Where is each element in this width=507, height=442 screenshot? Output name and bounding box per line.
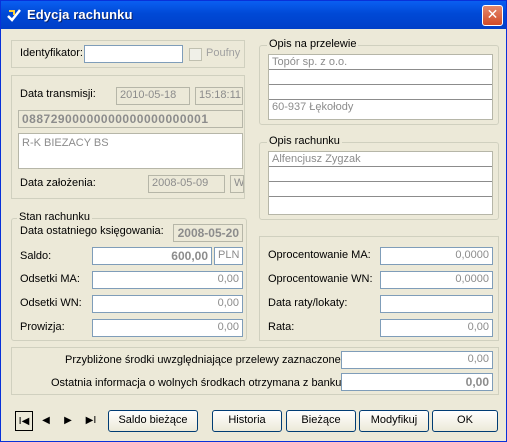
transfer-description-line: 60-937 Łękołody [272,101,354,113]
last-bank-info-field: 0,00 [341,373,493,391]
account-description-field[interactable]: Alfencjusz Zygzak [268,151,493,215]
app-icon [7,9,21,22]
window-title: Edycja rachunku [27,7,133,22]
title-bar[interactable]: Edycja rachunku ✕ [1,1,506,29]
transmission-date-field: 2010-05-18 [116,87,190,105]
prev-record-button[interactable]: ◀ [37,411,55,431]
balance-field: 600,00 [92,247,212,265]
interest-wn-field: 0,00 [92,295,243,313]
identifier-label: Identyfikator: [20,47,83,59]
created-date-label: Data założenia: [20,177,96,189]
last-posting-date-field: 2008-05-20 [173,224,243,242]
account-name-field: R-K BIEZACY BS [18,133,243,169]
created-date-field: 2008-05-09 [148,175,225,193]
modify-button[interactable]: Modyfikuj [359,410,429,432]
account-status-legend: Stan rachunku [17,211,92,223]
account-number-field: 08872900000000000000000001 [18,110,243,128]
confidential-checkbox[interactable] [189,48,202,61]
transfer-description-line [269,70,492,85]
installment-date-label: Data raty/lokaty: [268,297,348,309]
interest-ma-field: 0,00 [92,271,243,289]
rate-ma-field: 0,0000 [380,247,493,265]
account-name-text: R-K BIEZACY BS [22,137,109,149]
first-record-button[interactable]: I◀ [15,411,33,431]
currency-field: PLN [214,247,243,265]
interest-wn-label: Odsetki WN: [20,297,82,309]
last-record-button[interactable]: ▶I [82,411,100,431]
commission-field: 0,00 [92,319,243,337]
created-code-field: W [230,175,244,193]
installment-field: 0,00 [380,319,493,337]
balance-label: Saldo: [20,250,52,262]
ok-button[interactable]: OK [432,410,498,432]
account-description-line [269,182,492,197]
account-description-line: Alfencjusz Zygzak [269,152,492,167]
identifier-input[interactable] [84,45,183,63]
current-button[interactable]: Bieżące [286,410,356,432]
installment-label: Rata: [268,321,295,333]
transmission-time-field: 15:18:11 [195,87,243,105]
rate-wn-label: Oprocentowanie WN: [268,273,373,285]
current-balance-button[interactable]: Saldo bieżące [108,410,198,432]
account-description-line [269,197,492,212]
confidential-label: Poufny [206,47,241,59]
history-button[interactable]: Historia [212,410,282,432]
close-button[interactable]: ✕ [482,5,503,26]
transfer-description-legend: Opis na przelewie [267,38,359,50]
transfer-description-field[interactable]: Topór sp. z o.o. 60-937 Łękołody [268,54,493,120]
edit-account-window: Edycja rachunku ✕ Identyfikator: Poufny … [0,0,507,442]
transfer-description-line: Topór sp. z o.o. [269,55,492,70]
interest-ma-label: Odsetki MA: [20,273,80,285]
approx-funds-label: Przybliżone środki uwzględniające przele… [65,354,344,366]
account-description-legend: Opis rachunku [267,135,342,147]
commission-label: Prowizja: [20,321,65,333]
account-description-line [269,167,492,182]
next-record-button[interactable]: ▶ [59,411,77,431]
transfer-description-line [269,85,492,100]
last-bank-info-label: Ostatnia informacja o wolnych środkach o… [51,377,345,389]
rate-wn-field: 0,0000 [380,271,493,289]
last-posting-label: Data ostatniego księgowania: [20,225,164,237]
approx-funds-field: 0,00 [341,351,493,369]
rate-ma-label: Oprocentowanie MA: [268,249,371,261]
transmission-date-label: Data transmisji: [20,88,96,100]
installment-date-field [380,295,493,313]
